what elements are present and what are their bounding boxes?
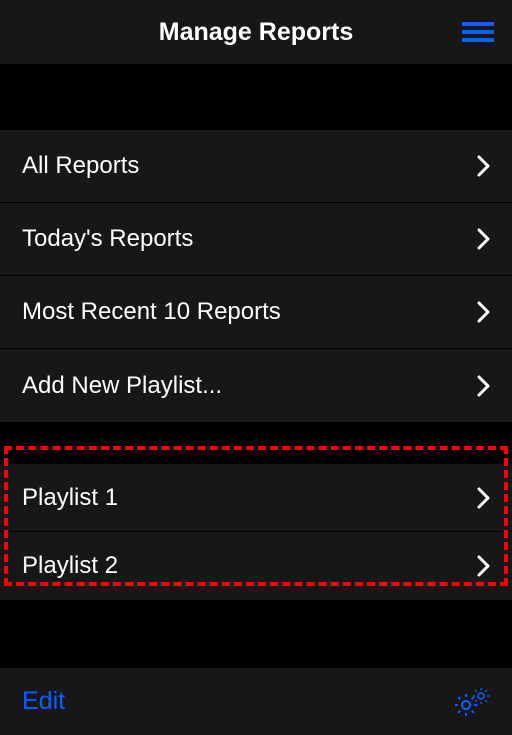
reports-section: All Reports Today's Reports Most Recent …: [0, 130, 512, 422]
row-add-playlist[interactable]: Add New Playlist...: [0, 349, 512, 422]
row-label: Playlist 1: [22, 484, 477, 512]
row-label: Playlist 2: [22, 552, 477, 580]
row-playlist-1[interactable]: Playlist 1: [0, 464, 512, 532]
row-recent-reports[interactable]: Most Recent 10 Reports: [0, 276, 512, 349]
row-all-reports[interactable]: All Reports: [0, 130, 512, 203]
row-label: Today's Reports: [22, 225, 477, 253]
spacer: [0, 64, 512, 130]
chevron-right-icon: [477, 155, 490, 177]
hamburger-menu-icon[interactable]: [462, 22, 494, 42]
row-label: All Reports: [22, 152, 477, 180]
chevron-right-icon: [477, 228, 490, 250]
chevron-right-icon: [477, 375, 490, 397]
playlists-section: Playlist 1 Playlist 2: [0, 464, 512, 600]
header-bar: Manage Reports: [0, 0, 512, 64]
chevron-right-icon: [477, 301, 490, 323]
chevron-right-icon: [477, 555, 490, 577]
edit-button[interactable]: Edit: [22, 687, 65, 716]
section-divider: [0, 422, 512, 464]
row-label: Most Recent 10 Reports: [22, 298, 477, 326]
settings-icon[interactable]: [454, 687, 490, 717]
row-todays-reports[interactable]: Today's Reports: [0, 203, 512, 276]
row-label: Add New Playlist...: [22, 372, 477, 400]
page-title: Manage Reports: [159, 18, 353, 47]
row-playlist-2[interactable]: Playlist 2: [0, 532, 512, 600]
bottom-toolbar: Edit: [0, 668, 512, 735]
chevron-right-icon: [477, 487, 490, 509]
